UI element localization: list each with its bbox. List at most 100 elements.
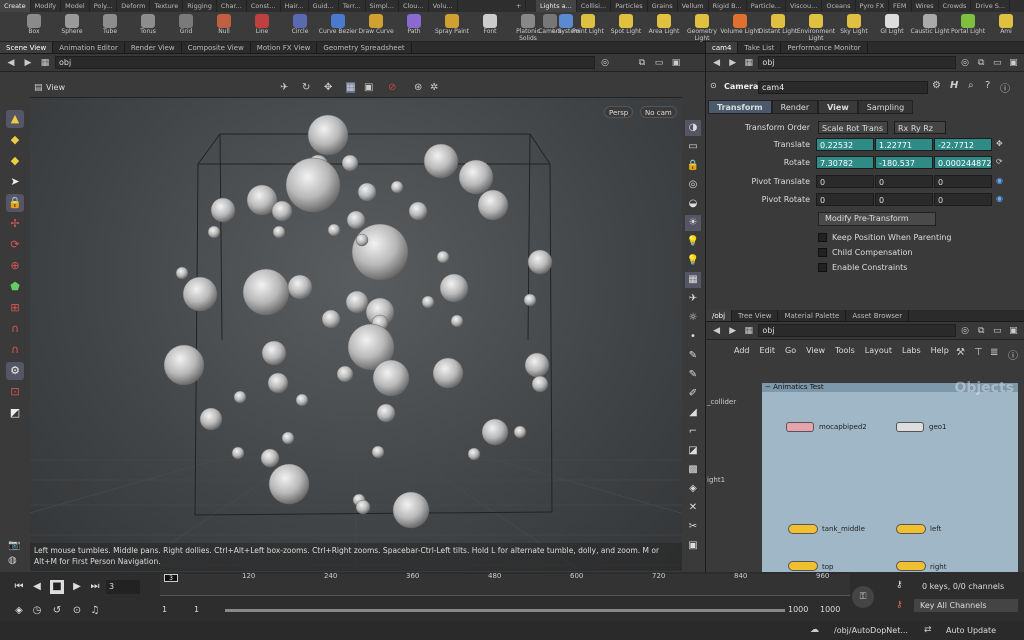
forward-arrow-icon[interactable]: ▶: [726, 57, 739, 69]
shelf-tool-left-8[interactable]: Curve Bezier: [318, 12, 358, 42]
rotate-y[interactable]: -180.537: [875, 156, 933, 169]
node-right[interactable]: [896, 561, 926, 571]
tree-icon[interactable]: ⊤: [974, 347, 983, 358]
param-tab-1[interactable]: Render: [771, 100, 819, 114]
pan-icon[interactable]: ✥: [324, 82, 332, 93]
pen-icon[interactable]: ✎: [685, 348, 701, 364]
shelf-tab-left-9[interactable]: Hair...: [281, 0, 309, 12]
param-tab-3[interactable]: Sampling: [857, 100, 914, 114]
shelf-tool-right-9[interactable]: GI Light: [872, 12, 912, 42]
translate-x[interactable]: 0.22532: [816, 138, 874, 151]
shelf-tab-left-11[interactable]: Terr...: [339, 0, 366, 12]
node-top[interactable]: [788, 561, 818, 571]
current-frame-field[interactable]: 3: [106, 580, 140, 594]
shelf-tool-left-9[interactable]: Draw Curve: [356, 12, 396, 42]
key-all-icon[interactable]: ⚷: [896, 600, 903, 610]
shelf-tab-right-10[interactable]: FEM: [889, 0, 912, 12]
grid-display-icon[interactable]: ▦: [685, 272, 701, 288]
shelf-tool-right-8[interactable]: Sky Light: [834, 12, 874, 42]
network-box[interactable]: − Animatics Test Objects mocapbiped2 geo…: [762, 380, 1018, 573]
network-menu-0[interactable]: Add: [734, 346, 750, 355]
scene-pane-tab-2[interactable]: Render View: [125, 42, 182, 53]
audio-icon[interactable]: ♫: [88, 604, 102, 618]
play-icon[interactable]: ▶: [70, 580, 84, 594]
shelf-tab-right-6[interactable]: Particle...: [747, 0, 786, 12]
pin-icon[interactable]: ◎: [598, 57, 612, 69]
jump-start-icon[interactable]: ⏮: [12, 580, 26, 594]
node-tank-middle[interactable]: [788, 524, 818, 534]
key-icon[interactable]: ⚷: [896, 580, 903, 590]
auto-update-dropdown[interactable]: Auto Update: [946, 626, 996, 635]
shelf-tab-right-3[interactable]: Grains: [648, 0, 678, 12]
lock-icon[interactable]: 🔒: [6, 194, 24, 212]
node-name-field[interactable]: cam4: [758, 81, 928, 94]
step-back-icon[interactable]: ◀: [30, 580, 44, 594]
shelf-tool-left-3[interactable]: Torus: [128, 12, 168, 42]
xray-icon[interactable]: ◎: [685, 177, 701, 193]
pivot-rotate-x[interactable]: 0: [816, 193, 874, 206]
bulb2-icon[interactable]: 💡: [685, 253, 701, 269]
param-pane-tab-1[interactable]: Take List: [738, 42, 782, 53]
forward-arrow-icon[interactable]: ▶: [21, 57, 35, 69]
network-path-field[interactable]: obj: [758, 324, 956, 337]
select-tool-icon[interactable]: ▲: [6, 110, 24, 128]
translate-y[interactable]: 1.22771: [875, 138, 933, 151]
network-pane-tab-3[interactable]: Asset Browser: [846, 310, 910, 321]
shelf-tab-left-1[interactable]: Modify: [31, 0, 62, 12]
display-icon[interactable]: ⊡: [6, 383, 24, 401]
network-menu-2[interactable]: Go: [785, 346, 796, 355]
shelf-tool-left-6[interactable]: Line: [242, 12, 282, 42]
panel-icon[interactable]: ▣: [685, 538, 701, 554]
shelf-tool-right-10[interactable]: Caustic Light: [910, 12, 950, 42]
param-tab-0[interactable]: Transform: [708, 100, 772, 114]
network-menu-4[interactable]: Tools: [835, 346, 855, 355]
network-pane-tab-0[interactable]: /obj: [706, 310, 733, 321]
camera-tool-icon[interactable]: ✈: [280, 82, 288, 93]
pose-icon[interactable]: ⬟: [6, 278, 24, 296]
modify-pre-transform-button[interactable]: Modify Pre-Transform: [818, 212, 936, 226]
range-end[interactable]: 1000: [788, 605, 808, 614]
display-options-icon[interactable]: ◒: [685, 196, 701, 212]
help-icon[interactable]: ?: [985, 80, 990, 91]
camera-icon[interactable]: ⊛: [414, 82, 422, 93]
bracket-icon[interactable]: ⌐: [685, 424, 701, 440]
keep-position-checkbox[interactable]: [818, 233, 827, 242]
back-arrow-icon[interactable]: ◀: [710, 57, 723, 69]
maximize-icon[interactable]: ▣: [669, 57, 683, 69]
shelf-tab-right-1[interactable]: Collisi...: [577, 0, 612, 12]
maximize-icon[interactable]: ▣: [1007, 325, 1020, 337]
scene-pane-tab-4[interactable]: Motion FX View: [251, 42, 318, 53]
gear-icon[interactable]: ⚙: [932, 80, 941, 91]
param-tab-2[interactable]: View: [818, 100, 858, 114]
search-icon[interactable]: ⌕: [968, 80, 974, 91]
shelf-tab-right-7[interactable]: Viscou...: [786, 0, 823, 12]
no-entry-icon[interactable]: ⊘: [388, 82, 396, 93]
transform-tool-icon[interactable]: ◆: [6, 131, 24, 149]
pin-icon[interactable]: ◎: [959, 57, 972, 69]
shelf-tab-right-0[interactable]: Lights a...: [536, 0, 577, 12]
pin-icon[interactable]: ◎: [959, 325, 972, 337]
shelf-tab-left-0[interactable]: Create: [0, 0, 31, 12]
shelf-tab-left-6[interactable]: Rigging: [183, 0, 217, 12]
pivot-rotate-z[interactable]: 0: [934, 193, 992, 206]
rotate-order-select[interactable]: Rx Ry Rz: [894, 121, 946, 134]
help-h-icon[interactable]: H: [950, 80, 958, 91]
shelf-tab-right-11[interactable]: Wires: [912, 0, 939, 12]
overlay-icon[interactable]: ☼: [685, 310, 701, 326]
shelf-tab-right-5[interactable]: Rigid B...: [709, 0, 747, 12]
shelf-tool-right-5[interactable]: Volume Light: [720, 12, 760, 42]
shelf-tool-right-3[interactable]: Area Light: [644, 12, 684, 42]
lock-display-icon[interactable]: 🔒: [685, 158, 701, 174]
pivot-rotate-y[interactable]: 0: [875, 193, 933, 206]
transform-order-select[interactable]: Scale Rot Trans: [818, 121, 888, 134]
network-menu-6[interactable]: Labs: [902, 346, 921, 355]
shelf-add-tab-button[interactable]: +: [512, 0, 526, 12]
brush-icon[interactable]: ✐: [685, 386, 701, 402]
shelf-tool-left-4[interactable]: Grid: [166, 12, 206, 42]
tear-off-icon[interactable]: ▭: [991, 325, 1004, 337]
shelf-tool-right-1[interactable]: Point Light: [568, 12, 608, 42]
shelf-tool-right-11[interactable]: Portal Light: [948, 12, 988, 42]
shelf-tab-left-2[interactable]: Model: [61, 0, 90, 12]
tools-icon[interactable]: ⚒: [956, 347, 965, 358]
rotate-handle-icon[interactable]: ⟳: [996, 157, 1003, 166]
